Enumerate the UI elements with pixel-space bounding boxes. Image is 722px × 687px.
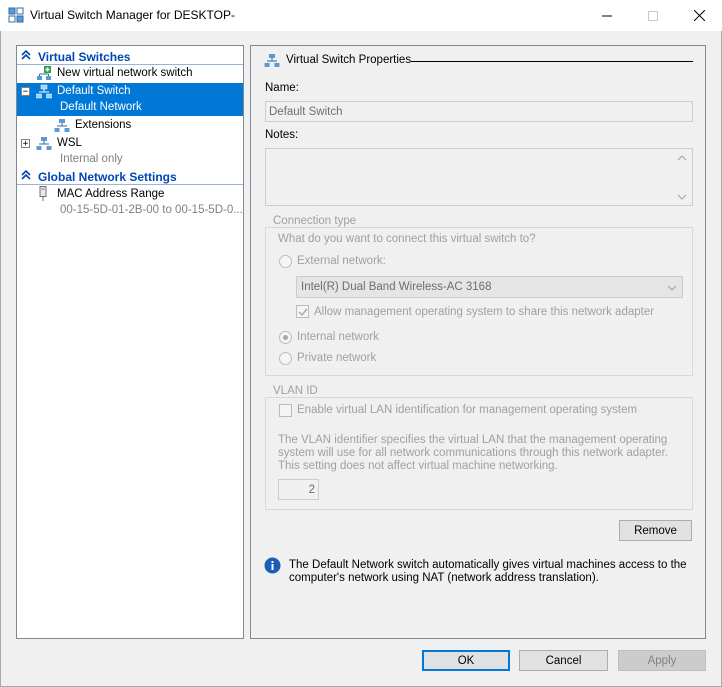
mac-address-icon (39, 186, 47, 201)
enable-vlan-checkbox[interactable] (279, 404, 292, 417)
maximize-button[interactable] (630, 0, 676, 31)
title-bar[interactable]: Virtual Switch Manager for DESKTOP- (0, 0, 722, 31)
cancel-button[interactable]: Cancel (519, 650, 608, 671)
app-icon (8, 7, 24, 23)
virtual-switches-header[interactable]: Virtual Switches (17, 48, 243, 65)
section-title: Virtual Switch Properties (286, 54, 412, 66)
external-network-radio[interactable] (279, 255, 292, 268)
chevron-down-icon (667, 285, 677, 291)
info-text: The Default Network switch automatically… (289, 559, 687, 584)
collapse-chevron-icon (21, 49, 31, 60)
ok-button[interactable]: OK (422, 650, 510, 671)
allow-mgmt-checkbox[interactable] (296, 305, 309, 318)
tree-item-new-switch[interactable]: New virtual network switch (17, 65, 243, 83)
name-label: Name: (265, 82, 299, 94)
switch-icon (36, 84, 52, 99)
expand-toggle[interactable]: + (21, 139, 30, 149)
default-switch-sublabel: Default Network (60, 101, 142, 113)
private-network-label: Private network (297, 352, 377, 364)
minimize-button[interactable] (584, 0, 630, 31)
apply-button[interactable]: Apply (618, 650, 706, 671)
tree-item-mac-address-range[interactable]: MAC Address Range 00-15-5D-01-2B-00 to 0… (17, 186, 243, 219)
scroll-up-icon[interactable] (677, 154, 687, 162)
scroll-down-icon[interactable] (677, 193, 687, 201)
close-icon (693, 10, 705, 21)
tree-item-extensions[interactable]: Extensions (17, 117, 243, 135)
tree-item-wsl[interactable]: + WSL Internal only (17, 135, 243, 168)
tree-item-default-switch[interactable]: − Default Switch Default Network (17, 83, 243, 116)
properties-pane: Virtual Switch Properties Name: Default … (250, 45, 706, 639)
wsl-sublabel: Internal only (60, 153, 123, 165)
notes-label: Notes: (265, 129, 299, 141)
connection-type-title: Connection type (270, 215, 360, 227)
remove-button[interactable]: Remove (619, 520, 692, 541)
navigation-tree[interactable]: Virtual Switches New virtual network swi… (16, 45, 244, 639)
close-button[interactable] (676, 0, 722, 31)
maximize-icon (648, 10, 658, 21)
private-network-radio[interactable] (279, 352, 292, 365)
default-switch-label: Default Switch (57, 85, 131, 97)
mac-sublabel: 00-15-5D-01-2B-00 to 00-15-5D-0... (60, 204, 243, 216)
collapse-chevron-icon (21, 169, 31, 180)
vlan-id-input[interactable]: 2 (278, 479, 319, 500)
name-input[interactable]: Default Switch (265, 101, 693, 122)
switch-icon (264, 54, 280, 67)
info-icon (264, 557, 281, 574)
collapse-toggle[interactable]: − (21, 87, 30, 97)
notes-textarea[interactable] (265, 148, 693, 206)
enable-vlan-label: Enable virtual LAN identification for ma… (297, 404, 638, 416)
wsl-label: WSL (57, 137, 82, 149)
allow-mgmt-label: Allow management operating system to sha… (314, 306, 655, 318)
external-network-label: External network: (297, 255, 386, 267)
connection-question: What do you want to connect this virtual… (278, 233, 536, 245)
vlan-description: The VLAN identifier specifies the virtua… (278, 434, 668, 472)
network-adapter-dropdown[interactable]: Intel(R) Dual Band Wireless-AC 3168 (296, 276, 683, 298)
minimize-icon (602, 15, 612, 16)
section-divider (411, 61, 693, 62)
global-network-settings-header[interactable]: Global Network Settings (17, 168, 243, 185)
window-title: Virtual Switch Manager for DESKTOP- (30, 8, 235, 22)
internal-network-label: Internal network (297, 331, 379, 343)
internal-network-radio[interactable] (279, 331, 292, 344)
vlan-id-title: VLAN ID (270, 385, 321, 397)
mac-label: MAC Address Range (57, 188, 165, 200)
new-switch-icon (37, 66, 51, 80)
switch-icon (36, 137, 52, 150)
checkmark-icon (298, 308, 308, 317)
extensions-icon (54, 119, 70, 132)
